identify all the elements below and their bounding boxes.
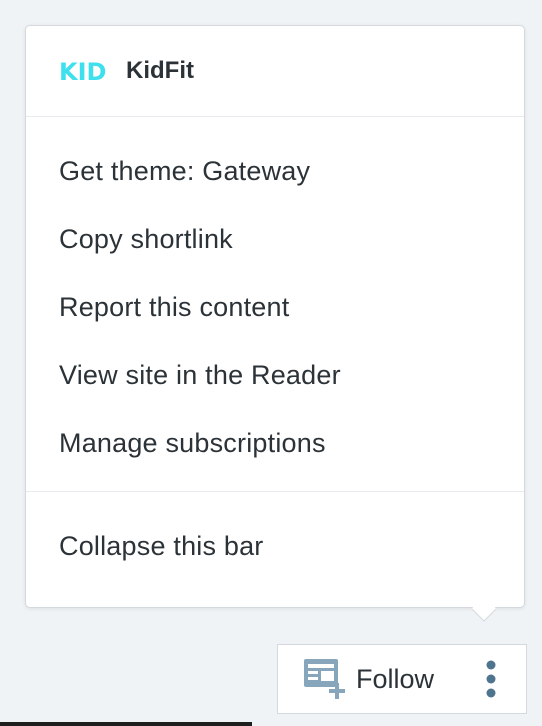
menu-footer: Collapse this bar: [26, 492, 524, 580]
menu-item-collapse-bar[interactable]: Collapse this bar: [26, 512, 524, 580]
reader-follow-icon: [304, 659, 345, 699]
menu-item-report-content[interactable]: Report this content: [26, 273, 524, 341]
svg-text:KID: KID: [59, 58, 106, 85]
more-options-button[interactable]: [456, 645, 526, 713]
kidfit-logo-icon: KID: [59, 58, 106, 85]
actions-menu: KID KidFit Get theme: Gateway Copy short…: [25, 25, 525, 608]
menu-item-copy-shortlink[interactable]: Copy shortlink: [26, 205, 524, 273]
follow-button[interactable]: Follow: [278, 645, 434, 713]
menu-item-view-in-reader[interactable]: View site in the Reader: [26, 341, 524, 409]
page-edge-divider: [0, 722, 252, 726]
menu-header: KID KidFit: [26, 26, 524, 117]
vertical-ellipsis-icon: [486, 660, 496, 698]
menu-list: Get theme: Gateway Copy shortlink Report…: [26, 117, 524, 492]
menu-item-get-theme[interactable]: Get theme: Gateway: [26, 137, 524, 205]
follow-label: Follow: [356, 663, 435, 694]
site-name: KidFit: [126, 57, 194, 84]
follow-bar: Follow: [277, 644, 527, 714]
site-logo: KID: [59, 57, 107, 85]
menu-item-manage-subscriptions[interactable]: Manage subscriptions: [26, 409, 524, 477]
